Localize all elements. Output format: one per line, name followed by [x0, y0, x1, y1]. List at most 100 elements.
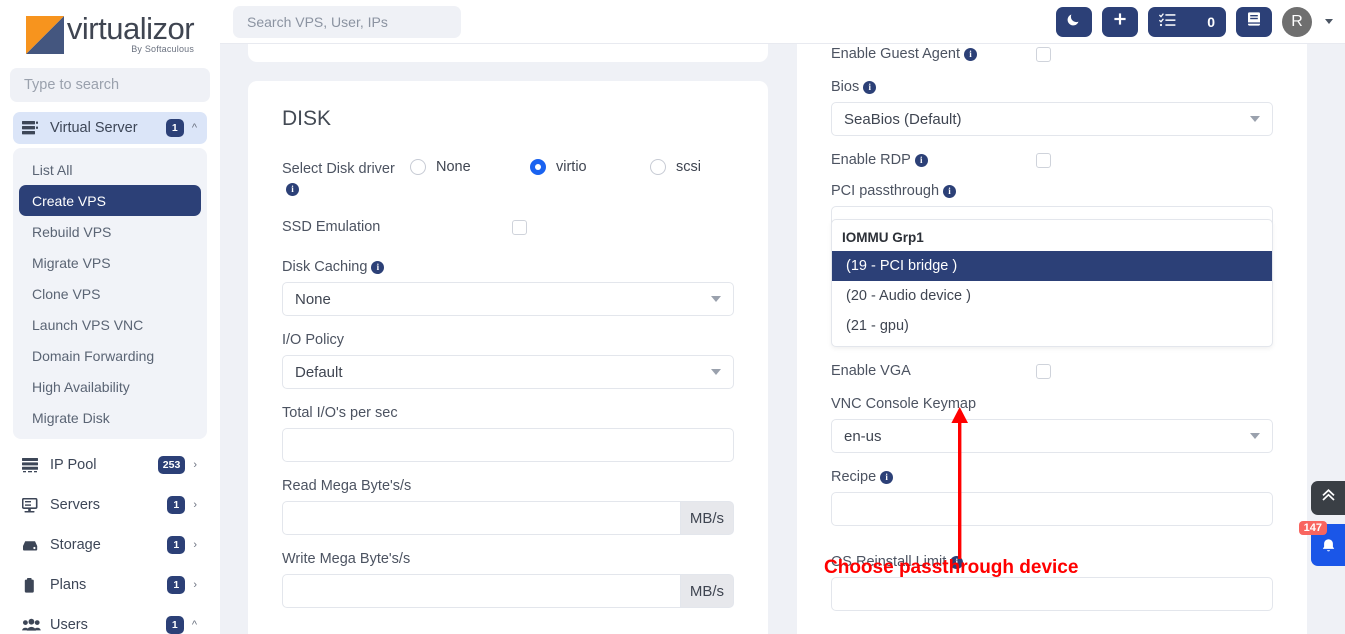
- sidebar-subitem-list-all[interactable]: List All: [19, 154, 201, 185]
- brand-logo[interactable]: virtualizor By Softaculous: [0, 0, 220, 62]
- dropdown-option-pci-bridge[interactable]: (19 - PCI bridge ): [832, 251, 1272, 281]
- vnc-keymap-field: VNC Console Keymap en-us: [831, 396, 1273, 453]
- sidebar-search-input[interactable]: [10, 68, 210, 102]
- total-iops-input[interactable]: [282, 428, 734, 462]
- radio-option-none[interactable]: None: [410, 159, 530, 175]
- global-search-input[interactable]: [233, 5, 461, 38]
- info-icon[interactable]: i: [964, 47, 977, 61]
- sidebar-item-label: Storage: [50, 537, 101, 553]
- radio-indicator[interactable]: [410, 159, 426, 175]
- total-iops-field: Total I/O's per sec: [282, 405, 734, 462]
- io-policy-select[interactable]: Default: [282, 355, 734, 389]
- sidebar-item-virtual-server[interactable]: Virtual Server 1 ^: [13, 112, 207, 144]
- sidebar: virtualizor By Softaculous Virtual Serve…: [0, 0, 220, 634]
- vga-checkbox[interactable]: [1036, 363, 1051, 379]
- recipe-input[interactable]: [831, 492, 1273, 526]
- sidebar-subitem-migrate-disk[interactable]: Migrate Disk: [19, 402, 201, 433]
- sidebar-submenu-virtual-server: List All Create VPS Rebuild VPS Migrate …: [13, 148, 207, 439]
- os-reinstall-limit-input[interactable]: [831, 577, 1273, 611]
- radio-indicator[interactable]: [530, 159, 546, 175]
- dark-mode-button[interactable]: [1056, 6, 1092, 37]
- ssd-emulation-label: SSD Emulation: [282, 219, 381, 235]
- add-button[interactable]: [1102, 6, 1138, 37]
- info-icon[interactable]: i: [880, 470, 894, 484]
- dropdown-option-audio-device[interactable]: (20 - Audio device ): [832, 281, 1272, 311]
- chevron-right-icon[interactable]: ›: [193, 539, 197, 551]
- bios-select[interactable]: SeaBios (Default): [831, 102, 1273, 136]
- rdp-label: Enable RDP i: [831, 152, 1036, 168]
- radio-option-scsi[interactable]: scsi: [650, 159, 770, 175]
- chevron-up-icon[interactable]: ^: [192, 122, 197, 134]
- write-mbs-field: Write Mega Byte's/s MB/s: [282, 551, 734, 608]
- bell-icon: [1321, 538, 1336, 559]
- sidebar-subitem-migrate-vps[interactable]: Migrate VPS: [19, 247, 201, 278]
- sidebar-item-storage[interactable]: Storage 1 ›: [13, 525, 207, 565]
- rdp-checkbox[interactable]: [1036, 152, 1051, 168]
- ip-pool-icon: [22, 457, 42, 473]
- radio-indicator[interactable]: [650, 159, 666, 175]
- avatar[interactable]: R: [1282, 6, 1312, 37]
- docs-button[interactable]: [1236, 6, 1272, 37]
- guest-agent-label: Enable Guest Agent i: [831, 46, 1036, 62]
- sidebar-subitem-rebuild-vps[interactable]: Rebuild VPS: [19, 216, 201, 247]
- read-mbs-input[interactable]: [282, 501, 681, 535]
- dropdown-group-label: IOMMU Grp1: [842, 230, 924, 245]
- sidebar-subitem-clone-vps[interactable]: Clone VPS: [19, 278, 201, 309]
- ssd-emulation-checkbox[interactable]: [512, 219, 527, 235]
- dropdown-option-gpu[interactable]: (21 - gpu): [832, 311, 1272, 341]
- right-column: Miscellaneous settings Enable Guest Agen…: [797, 44, 1307, 634]
- moon-icon: [1066, 11, 1082, 32]
- sidebar-item-ip-pool[interactable]: IP Pool 253 ›: [13, 445, 207, 485]
- io-policy-field: I/O Policy Default: [282, 332, 734, 389]
- disk-caching-select[interactable]: None: [282, 282, 734, 316]
- vnc-keymap-select[interactable]: en-us: [831, 419, 1273, 453]
- chevron-down-icon: [711, 369, 721, 375]
- io-policy-label: I/O Policy: [282, 332, 345, 348]
- radio-option-virtio[interactable]: virtio: [530, 159, 650, 175]
- recipe-field: Recipe i: [831, 469, 1273, 526]
- misc-settings-card: Miscellaneous settings Enable Guest Agen…: [797, 44, 1307, 634]
- virtualizor-admin-page: virtualizor By Softaculous Virtual Serve…: [0, 0, 1345, 634]
- info-icon[interactable]: i: [863, 80, 877, 94]
- sidebar-subitem-domain-forwarding[interactable]: Domain Forwarding: [19, 340, 201, 371]
- tasks-count: 0: [1207, 13, 1215, 30]
- pci-passthrough-label: PCI passthrough i: [831, 183, 1273, 199]
- disk-section-title: DISK: [282, 107, 332, 130]
- sidebar-badge: 1: [167, 496, 186, 514]
- content-area: DISK Select Disk driveri None virtio scs…: [220, 44, 1345, 634]
- chevron-right-icon[interactable]: ›: [193, 499, 197, 511]
- scroll-to-top-button[interactable]: [1311, 481, 1345, 515]
- info-icon[interactable]: i: [943, 184, 957, 198]
- sidebar-subitem-launch-vps-vnc[interactable]: Launch VPS VNC: [19, 309, 201, 340]
- sidebar-item-servers[interactable]: Servers 1 ›: [13, 485, 207, 525]
- double-chevron-up-icon: [1321, 488, 1336, 508]
- write-mbs-unit: MB/s: [680, 574, 734, 608]
- info-icon[interactable]: i: [914, 153, 928, 167]
- info-icon[interactable]: i: [286, 182, 299, 196]
- book-icon: [1246, 11, 1262, 32]
- tasks-button[interactable]: 0: [1148, 6, 1226, 37]
- disk-settings-card: DISK Select Disk driveri None virtio scs…: [248, 81, 768, 634]
- plans-icon: [22, 577, 42, 593]
- chevron-down-icon: [1250, 433, 1260, 439]
- guest-agent-checkbox[interactable]: [1036, 46, 1051, 62]
- sidebar-subitem-high-availability[interactable]: High Availability: [19, 371, 201, 402]
- disk-caching-label: Disk Caching i: [282, 259, 734, 275]
- info-icon[interactable]: i: [371, 260, 385, 274]
- write-mbs-input[interactable]: [282, 574, 681, 608]
- caret-down-icon[interactable]: [1325, 19, 1333, 24]
- brand-name: virtualizor: [66, 11, 195, 46]
- chevron-right-icon[interactable]: ›: [193, 459, 197, 471]
- ssd-emulation-row: SSD Emulation: [282, 217, 734, 237]
- sidebar-item-users[interactable]: Users 1 ^: [13, 605, 207, 634]
- sidebar-subitem-create-vps[interactable]: Create VPS: [19, 185, 201, 216]
- vnc-keymap-label: VNC Console Keymap: [831, 396, 977, 412]
- brand-tagline: By Softaculous: [131, 44, 195, 54]
- sidebar-item-plans[interactable]: Plans 1 ›: [13, 565, 207, 605]
- pci-passthrough-field: PCI passthrough i IOMMU Grp1 (19 - PCI br…: [831, 183, 1273, 347]
- chevron-up-icon[interactable]: ^: [192, 619, 197, 631]
- recipe-label: Recipe i: [831, 469, 1273, 485]
- guest-agent-row: Enable Guest Agent i: [831, 46, 1273, 62]
- chevron-right-icon[interactable]: ›: [193, 579, 197, 591]
- sidebar-badge: 1: [165, 616, 184, 634]
